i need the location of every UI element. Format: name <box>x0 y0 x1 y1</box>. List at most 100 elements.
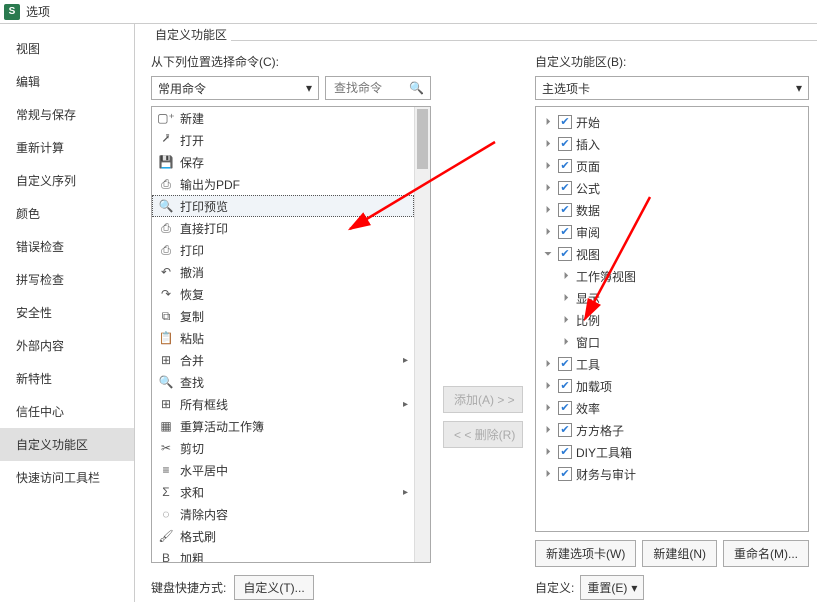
tree-checkbox[interactable]: ✔ <box>558 401 572 415</box>
tree-item[interactable]: ⏵✔财务与审计 <box>536 463 808 485</box>
sidebar-item-4[interactable]: 自定义序列 <box>0 164 134 197</box>
expander-closed-icon[interactable]: ⏵ <box>542 182 554 194</box>
command-item[interactable]: ⊞合并▸ <box>152 349 414 371</box>
tree-item[interactable]: ⏵✔数据 <box>536 199 808 221</box>
expander-closed-icon[interactable]: ⏵ <box>542 226 554 238</box>
tree-checkbox[interactable]: ✔ <box>558 379 572 393</box>
find-icon: 🔍 <box>158 374 174 390</box>
command-item[interactable]: 🔍查找 <box>152 371 414 393</box>
remove-button[interactable]: < < 删除(R) <box>443 421 523 448</box>
reset-dropdown-button[interactable]: 重置(E) ▾ <box>580 575 644 600</box>
tree-item[interactable]: ⏵✔页面 <box>536 155 808 177</box>
expander-closed-icon[interactable]: ⏵ <box>542 402 554 414</box>
tree-item[interactable]: ⏵✔工具 <box>536 353 808 375</box>
tree-checkbox[interactable]: ✔ <box>558 225 572 239</box>
tree-item[interactable]: ⏵✔DIY工具箱 <box>536 441 808 463</box>
scroll-thumb[interactable] <box>417 109 428 169</box>
customize-shortcut-button[interactable]: 自定义(T)... <box>234 575 313 600</box>
tree-item[interactable]: ⏵工作簿视图 <box>536 265 808 287</box>
tree-checkbox[interactable]: ✔ <box>558 203 572 217</box>
expander-closed-icon[interactable]: ⏵ <box>560 270 572 282</box>
sidebar-item-9[interactable]: 外部内容 <box>0 329 134 362</box>
tree-item[interactable]: ⏵✔方方格子 <box>536 419 808 441</box>
command-item[interactable]: ▢⁺新建 <box>152 107 414 129</box>
scrollbar[interactable] <box>414 107 430 562</box>
command-item[interactable]: 🖌格式刷 <box>152 525 414 547</box>
expander-closed-icon[interactable]: ⏵ <box>560 314 572 326</box>
command-item[interactable]: ↶撤消 <box>152 261 414 283</box>
expander-closed-icon[interactable]: ⏵ <box>542 116 554 128</box>
command-item[interactable]: Σ求和▸ <box>152 481 414 503</box>
ribbon-tree[interactable]: ⏵✔开始⏵✔插入⏵✔页面⏵✔公式⏵✔数据⏵✔审阅⏷✔视图⏵工作簿视图⏵显示⏵比例… <box>535 106 809 532</box>
command-item[interactable]: ↷恢复 <box>152 283 414 305</box>
command-item[interactable]: ⊞所有框线▸ <box>152 393 414 415</box>
new-tab-button[interactable]: 新建选项卡(W) <box>535 540 636 567</box>
tree-checkbox[interactable]: ✔ <box>558 159 572 173</box>
sidebar-item-7[interactable]: 拼写检查 <box>0 263 134 296</box>
command-item[interactable]: 💾保存 <box>152 151 414 173</box>
command-item[interactable]: 🔍打印预览 <box>152 195 414 217</box>
expander-closed-icon[interactable]: ⏵ <box>560 336 572 348</box>
expander-closed-icon[interactable]: ⏵ <box>542 160 554 172</box>
search-commands-input[interactable]: 🔍 <box>325 76 431 100</box>
tree-checkbox[interactable]: ✔ <box>558 247 572 261</box>
redo-icon: ↷ <box>158 286 174 302</box>
tree-checkbox[interactable]: ✔ <box>558 467 572 481</box>
command-item[interactable]: ⭷打开 <box>152 129 414 151</box>
expander-closed-icon[interactable]: ⏵ <box>542 380 554 392</box>
command-item[interactable]: ⧉复制 <box>152 305 414 327</box>
tree-checkbox[interactable]: ✔ <box>558 357 572 371</box>
chevron-down-icon: ▾ <box>306 81 312 95</box>
sidebar-item-12[interactable]: 自定义功能区 <box>0 428 134 461</box>
sidebar-item-3[interactable]: 重新计算 <box>0 131 134 164</box>
expander-closed-icon[interactable]: ⏵ <box>542 138 554 150</box>
command-item[interactable]: ≡水平居中 <box>152 459 414 481</box>
tree-item[interactable]: ⏵✔加载项 <box>536 375 808 397</box>
sidebar-item-0[interactable]: 视图 <box>0 32 134 65</box>
sidebar-item-1[interactable]: 编辑 <box>0 65 134 98</box>
sidebar-item-11[interactable]: 信任中心 <box>0 395 134 428</box>
tree-item[interactable]: ⏵ ✔ 公式 <box>536 177 808 199</box>
tree-item[interactable]: ⏵比例 <box>536 309 808 331</box>
tree-item[interactable]: ⏵✔插入 <box>536 133 808 155</box>
add-button[interactable]: 添加(A) > > <box>443 386 523 413</box>
expander-closed-icon[interactable]: ⏵ <box>542 424 554 436</box>
command-item[interactable]: B加粗 <box>152 547 414 562</box>
rename-button[interactable]: 重命名(M)... <box>723 540 809 567</box>
expander-closed-icon[interactable]: ⏵ <box>560 292 572 304</box>
expander-closed-icon[interactable]: ⏵ <box>542 468 554 480</box>
commands-listbox[interactable]: ▢⁺新建⭷打开💾保存⎙输出为PDF🔍打印预览⎙直接打印⎙打印↶撤消↷恢复⧉复制📋… <box>151 106 431 563</box>
tree-checkbox[interactable]: ✔ <box>558 137 572 151</box>
tree-item[interactable]: ⏵✔开始 <box>536 111 808 133</box>
tree-item[interactable]: ⏷✔视图 <box>536 243 808 265</box>
sidebar-item-2[interactable]: 常规与保存 <box>0 98 134 131</box>
command-item[interactable]: ⎙输出为PDF <box>152 173 414 195</box>
tree-item[interactable]: ⏵显示 <box>536 287 808 309</box>
new-group-button[interactable]: 新建组(N) <box>642 540 717 567</box>
tree-label: 公式 <box>576 180 600 197</box>
ribbon-tabs-select[interactable]: 主选项卡 ▾ <box>535 76 809 100</box>
tree-item[interactable]: ⏵窗口 <box>536 331 808 353</box>
tree-checkbox[interactable]: ✔ <box>558 423 572 437</box>
sidebar-item-6[interactable]: 错误检查 <box>0 230 134 263</box>
tree-checkbox[interactable]: ✔ <box>558 181 572 195</box>
expander-closed-icon[interactable]: ⏵ <box>542 204 554 216</box>
sidebar-item-8[interactable]: 安全性 <box>0 296 134 329</box>
expander-open-icon[interactable]: ⏷ <box>542 248 554 260</box>
command-item[interactable]: ⎙直接打印 <box>152 217 414 239</box>
expander-closed-icon[interactable]: ⏵ <box>542 358 554 370</box>
sidebar-item-10[interactable]: 新特性 <box>0 362 134 395</box>
command-item[interactable]: ✂剪切 <box>152 437 414 459</box>
command-item[interactable]: ◌清除内容 <box>152 503 414 525</box>
tree-item[interactable]: ⏵✔审阅 <box>536 221 808 243</box>
sidebar-item-13[interactable]: 快速访问工具栏 <box>0 461 134 494</box>
tree-checkbox[interactable]: ✔ <box>558 115 572 129</box>
sidebar-item-5[interactable]: 颜色 <box>0 197 134 230</box>
command-category-select[interactable]: 常用命令 ▾ <box>151 76 319 100</box>
tree-checkbox[interactable]: ✔ <box>558 445 572 459</box>
command-item[interactable]: ⎙打印 <box>152 239 414 261</box>
command-item[interactable]: 📋粘贴 <box>152 327 414 349</box>
expander-closed-icon[interactable]: ⏵ <box>542 446 554 458</box>
command-item[interactable]: ▦重算活动工作簿 <box>152 415 414 437</box>
tree-item[interactable]: ⏵✔效率 <box>536 397 808 419</box>
